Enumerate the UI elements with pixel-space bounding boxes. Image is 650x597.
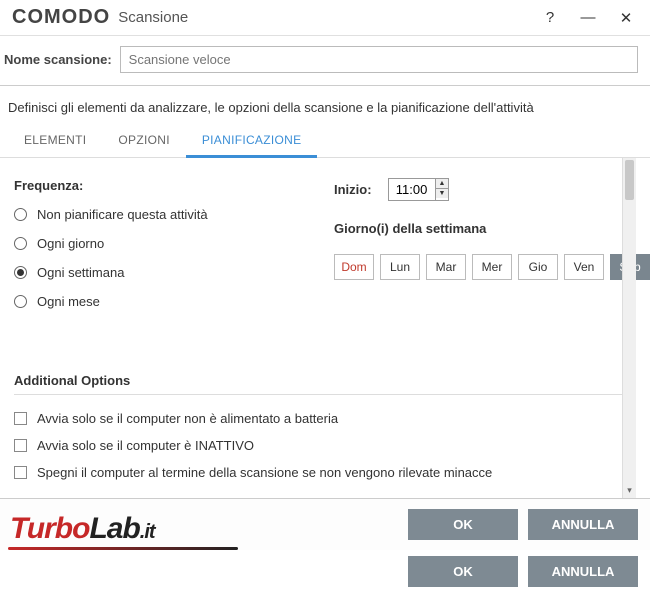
radio-no-schedule[interactable]: Non pianificare questa attività: [14, 207, 294, 222]
scan-name-label: Nome scansione:: [4, 52, 112, 67]
day-tuesday[interactable]: Mar: [426, 254, 466, 280]
content-panel: Frequenza: Non pianificare questa attivi…: [0, 158, 650, 498]
radio-icon: [14, 266, 27, 279]
scrollbar[interactable]: ▴ ▾: [622, 158, 636, 498]
start-time-spinner[interactable]: ▲ ▼: [388, 178, 450, 201]
radio-label: Ogni giorno: [37, 236, 104, 251]
dialog-footer: OK ANNULLA: [0, 498, 650, 550]
spinner-down-icon[interactable]: ▼: [436, 189, 449, 198]
frequency-label: Frequenza:: [14, 178, 294, 193]
checkbox-icon: [14, 439, 27, 452]
scan-name-input[interactable]: [120, 46, 638, 73]
description-text: Definisci gli elementi da analizzare, le…: [0, 86, 650, 125]
watermark-underline: [8, 547, 238, 550]
window-controls: ? — ✕: [540, 9, 642, 27]
checkbox-icon: [14, 466, 27, 479]
day-thursday[interactable]: Gio: [518, 254, 558, 280]
option-label: Avvia solo se il computer non è alimenta…: [37, 411, 338, 426]
spinner-up-icon[interactable]: ▲: [436, 179, 449, 189]
day-friday[interactable]: Ven: [564, 254, 604, 280]
radio-label: Non pianificare questa attività: [37, 207, 208, 222]
radio-label: Ogni settimana: [37, 265, 124, 280]
radio-weekly[interactable]: Ogni settimana: [14, 265, 294, 280]
additional-options-title: Additional Options: [14, 373, 622, 395]
radio-icon: [14, 295, 27, 308]
option-label: Avvia solo se il computer è INATTIVO: [37, 438, 254, 453]
minimize-icon[interactable]: —: [578, 9, 598, 27]
day-sunday[interactable]: Dom: [334, 254, 374, 280]
start-time-input[interactable]: [389, 179, 435, 200]
radio-label: Ogni mese: [37, 294, 100, 309]
option-shutdown[interactable]: Spegni il computer al termine della scan…: [14, 459, 622, 486]
close-icon[interactable]: ✕: [616, 9, 636, 27]
tab-bar: ELEMENTI OPZIONI PIANIFICAZIONE: [0, 125, 650, 158]
brand-logo: COMODO: [12, 6, 110, 29]
radio-daily[interactable]: Ogni giorno: [14, 236, 294, 251]
checkbox-icon: [14, 412, 27, 425]
tab-elements[interactable]: ELEMENTI: [8, 125, 102, 157]
option-battery[interactable]: Avvia solo se il computer non è alimenta…: [14, 405, 622, 432]
day-wednesday[interactable]: Mer: [472, 254, 512, 280]
titlebar: COMODO Scansione ? — ✕: [0, 0, 650, 36]
window-title: Scansione: [118, 9, 188, 26]
option-label: Spegni il computer al termine della scan…: [37, 465, 492, 480]
cancel-button[interactable]: ANNULLA: [528, 509, 638, 540]
weekdays-row: Dom Lun Mar Mer Gio Ven Sab: [334, 254, 650, 280]
scroll-down-icon[interactable]: ▾: [623, 485, 636, 496]
tab-schedule[interactable]: PIANIFICAZIONE: [186, 125, 318, 158]
radio-monthly[interactable]: Ogni mese: [14, 294, 294, 309]
ok-button[interactable]: OK: [408, 509, 518, 540]
scrollbar-thumb[interactable]: [625, 160, 634, 200]
ok-button[interactable]: OK: [408, 556, 518, 587]
radio-icon: [14, 208, 27, 221]
cancel-button[interactable]: ANNULLA: [528, 556, 638, 587]
day-monday[interactable]: Lun: [380, 254, 420, 280]
scan-name-row: Nome scansione:: [0, 36, 650, 86]
tab-options[interactable]: OPZIONI: [102, 125, 185, 157]
start-time-label: Inizio:: [334, 182, 372, 197]
radio-icon: [14, 237, 27, 250]
help-icon[interactable]: ?: [540, 9, 560, 27]
option-idle[interactable]: Avvia solo se il computer è INATTIVO: [14, 432, 622, 459]
weekdays-label: Giorno(i) della settimana: [334, 221, 650, 236]
